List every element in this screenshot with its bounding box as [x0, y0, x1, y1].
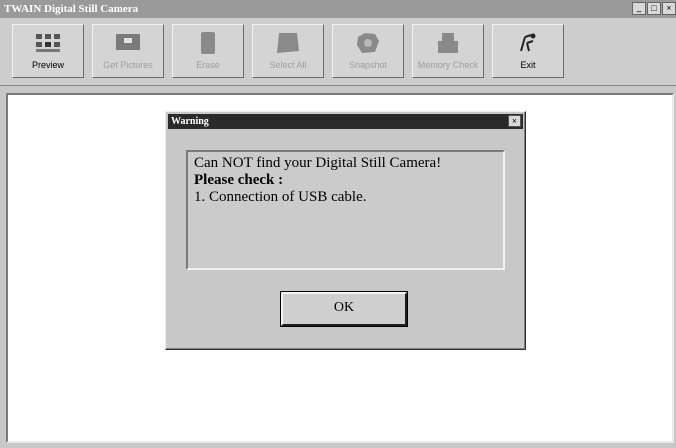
preview-icon	[36, 34, 60, 52]
window-titlebar[interactable]: TWAIN Digital Still Camera _ □ ×	[0, 0, 676, 18]
get-pictures-label: Get Pictures	[103, 60, 153, 70]
select-all-label: Select All	[269, 60, 307, 70]
exit-label: Exit	[520, 60, 536, 70]
window-title: TWAIN Digital Still Camera	[4, 3, 139, 15]
message-line-please-check: Please check :	[194, 172, 284, 188]
dialog-titlebar[interactable]: Warning ×	[168, 114, 523, 129]
snapshot-button[interactable]: Snapshot	[332, 24, 404, 78]
memory-check-label: Memory Check	[417, 60, 479, 70]
get-pictures-icon	[116, 34, 140, 50]
preview-button[interactable]: Preview	[12, 24, 84, 78]
select-all-icon	[277, 33, 299, 53]
ok-button-label: OK	[333, 300, 355, 315]
toolbar: Preview Get Pictures Erase Select All Sn…	[0, 18, 676, 86]
dialog-close-button[interactable]: ×	[508, 115, 521, 127]
memory-check-button[interactable]: Memory Check	[412, 24, 484, 78]
preview-label: Preview	[31, 60, 64, 70]
exit-icon	[520, 33, 536, 52]
minimize-button[interactable]: _	[632, 2, 646, 15]
maximize-button[interactable]: □	[647, 2, 661, 15]
dialog-title: Warning	[171, 116, 209, 127]
window-controls: _ □ ×	[632, 2, 676, 16]
memory-check-icon	[438, 33, 458, 53]
erase-icon	[201, 32, 215, 54]
message-box: Can NOT find your Digital Still Camera! …	[186, 150, 505, 270]
exit-button[interactable]: Exit	[492, 24, 564, 78]
snapshot-label: Snapshot	[348, 60, 388, 70]
erase-button[interactable]: Erase	[172, 24, 244, 78]
message-line-usb-cable: 1. Connection of USB cable.	[194, 189, 367, 205]
erase-label: Erase	[196, 60, 220, 70]
message-line-camera-not-found: Can NOT find your Digital Still Camera!	[194, 155, 442, 171]
warning-dialog: Warning × Can NOT find your Digital Stil…	[165, 111, 526, 350]
snapshot-icon	[357, 33, 379, 53]
close-window-button[interactable]: ×	[662, 2, 676, 15]
get-pictures-button[interactable]: Get Pictures	[92, 24, 164, 78]
ok-button[interactable]: OK	[280, 291, 408, 327]
select-all-button[interactable]: Select All	[252, 24, 324, 78]
